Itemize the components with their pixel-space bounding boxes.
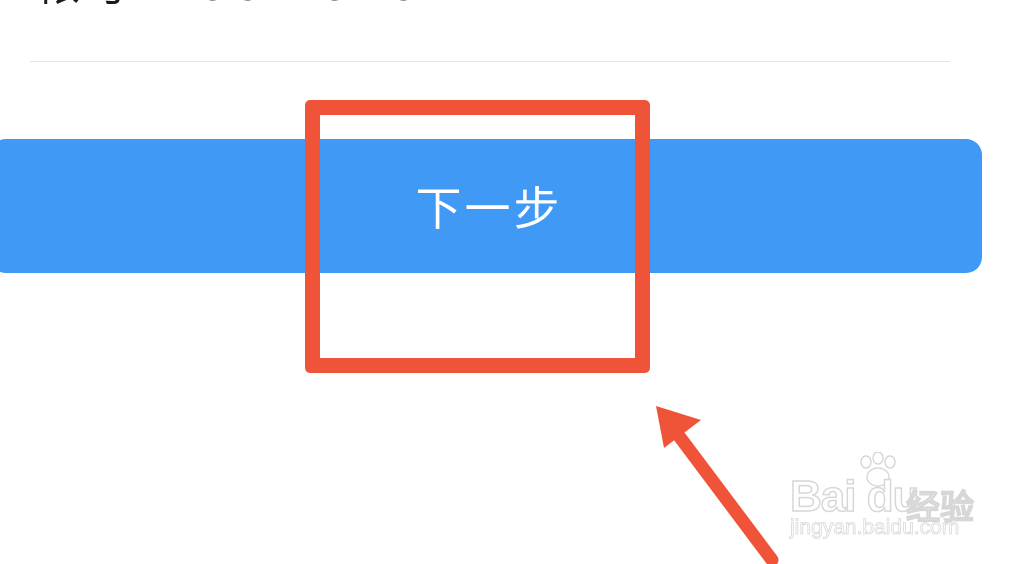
account-phone-text: 帐号 +86 18167777	[36, 0, 559, 10]
pointer-arrow-icon	[656, 406, 779, 564]
baidu-watermark: Bai du 经验 jingyan.baidu.com	[789, 452, 990, 552]
watermark-brand-cn: 经验	[905, 487, 974, 528]
divider	[30, 61, 950, 62]
next-step-label: 下一步	[415, 182, 563, 236]
next-step-button[interactable]: 下一步	[0, 139, 982, 273]
watermark-brand: Bai du	[789, 471, 920, 522]
watermark-url: jingyan.baidu.com	[790, 516, 960, 540]
paw-icon	[860, 452, 896, 487]
